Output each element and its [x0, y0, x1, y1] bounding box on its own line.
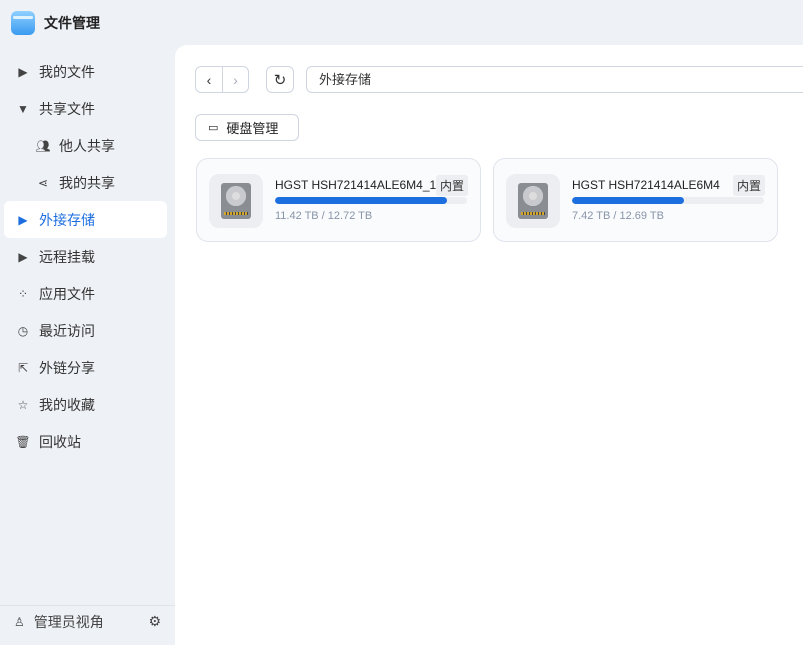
disk-usage-fill: [275, 197, 448, 204]
forward-button[interactable]: ›: [222, 67, 248, 92]
trash-icon: 🗑︎: [15, 434, 31, 449]
disk-card[interactable]: HGST HSH721414ALE6M4_1 内置 11.42 TB / 12.…: [196, 158, 481, 242]
hard-drive-icon: [209, 174, 263, 228]
sidebar-item-app-files[interactable]: ⁘ 应用文件: [4, 275, 167, 312]
sidebar-item-shared-files[interactable]: ▼ 共享文件: [4, 90, 167, 127]
apps-icon: ⁘: [17, 286, 29, 301]
caret-right-icon: ▶: [18, 249, 28, 264]
disk-name: HGST HSH721414ALE6M4_1: [275, 178, 437, 192]
sidebar-item-label: 共享文件: [39, 100, 95, 117]
caret-down-icon: ▼: [17, 101, 29, 116]
share-icon: ⋖: [37, 175, 49, 190]
caret-right-icon: ▶: [18, 212, 28, 227]
title-bar: 文件管理: [0, 0, 803, 45]
sidebar-item-label: 应用文件: [39, 285, 95, 302]
gear-icon[interactable]: ⚙: [148, 613, 161, 630]
disk-name: HGST HSH721414ALE6M4: [572, 178, 720, 192]
disk-usage-fill: [572, 197, 685, 204]
sidebar-item-label: 我的共享: [59, 174, 115, 191]
sidebar-item-my-shares[interactable]: ⋖ 我的共享: [4, 164, 167, 201]
disk-size: 7.42 TB / 12.69 TB: [572, 210, 664, 222]
disk-size: 11.42 TB / 12.72 TB: [275, 210, 373, 222]
sidebar-item-external-storage[interactable]: ▶ 外接存储: [4, 201, 167, 238]
admin-view-bar: ♙ 管理员视角 ⚙: [0, 605, 175, 630]
disk-tag: 内置: [732, 175, 765, 196]
sidebar-item-shared-with-me[interactable]: 👥︎ 他人共享: [4, 127, 167, 164]
users-icon: 👥︎: [35, 138, 51, 153]
sidebar-item-label: 他人共享: [59, 137, 115, 154]
path-input[interactable]: 外接存储: [306, 66, 803, 93]
sidebar-item-label: 最近访问: [39, 322, 95, 339]
back-button[interactable]: ‹: [196, 67, 222, 92]
disk-manage-button[interactable]: ▭ 硬盘管理: [195, 114, 299, 141]
clock-icon: ◷: [17, 323, 29, 338]
sidebar-item-label: 远程挂载: [39, 248, 95, 265]
disk-usage-bar: [572, 197, 764, 204]
sidebar-item-label: 外链分享: [39, 359, 95, 376]
nav-buttons: ‹ ›: [195, 66, 249, 93]
sidebar-item-label: 我的收藏: [39, 396, 95, 413]
caret-right-icon: ▶: [18, 64, 28, 79]
main-panel: ‹ › ↻ 外接存储 ▭ 硬盘管理 HGST HSH721414ALE6M4_1 …: [175, 45, 803, 645]
sidebar-item-my-files[interactable]: ▶ 我的文件: [4, 53, 167, 90]
sidebar-item-recent[interactable]: ◷ 最近访问: [4, 312, 167, 349]
external-share-icon: ⇱: [17, 360, 29, 375]
admin-icon: ♙: [14, 614, 25, 629]
app-title: 文件管理: [44, 14, 100, 31]
disk-usage-bar: [275, 197, 467, 204]
sidebar-item-label: 外接存储: [39, 211, 95, 228]
sidebar: ▶ 我的文件 ▼ 共享文件 👥︎ 他人共享 ⋖ 我的共享 ▶ 外接存储 ▶ 远程挂载 ⁘ 应用…: [0, 53, 175, 460]
sidebar-item-label: 我的文件: [39, 63, 95, 80]
sidebar-item-favorites[interactable]: ☆ 我的收藏: [4, 386, 167, 423]
app-logo-icon: [11, 10, 35, 35]
sidebar-item-link-share[interactable]: ⇱ 外链分享: [4, 349, 167, 386]
hard-drive-icon: [506, 174, 560, 228]
sidebar-item-trash[interactable]: 🗑︎ 回收站: [4, 423, 167, 460]
disk-tag: 内置: [435, 175, 468, 196]
star-icon: ☆: [17, 397, 29, 412]
disk-manage-label: 硬盘管理: [226, 121, 279, 136]
disk-card[interactable]: HGST HSH721414ALE6M4 内置 7.42 TB / 12.69 …: [493, 158, 778, 242]
refresh-button[interactable]: ↻: [266, 66, 294, 93]
sidebar-item-label: 回收站: [39, 433, 81, 450]
sidebar-item-remote-mount[interactable]: ▶ 远程挂载: [4, 238, 167, 275]
drive-icon: ▭: [208, 122, 219, 134]
